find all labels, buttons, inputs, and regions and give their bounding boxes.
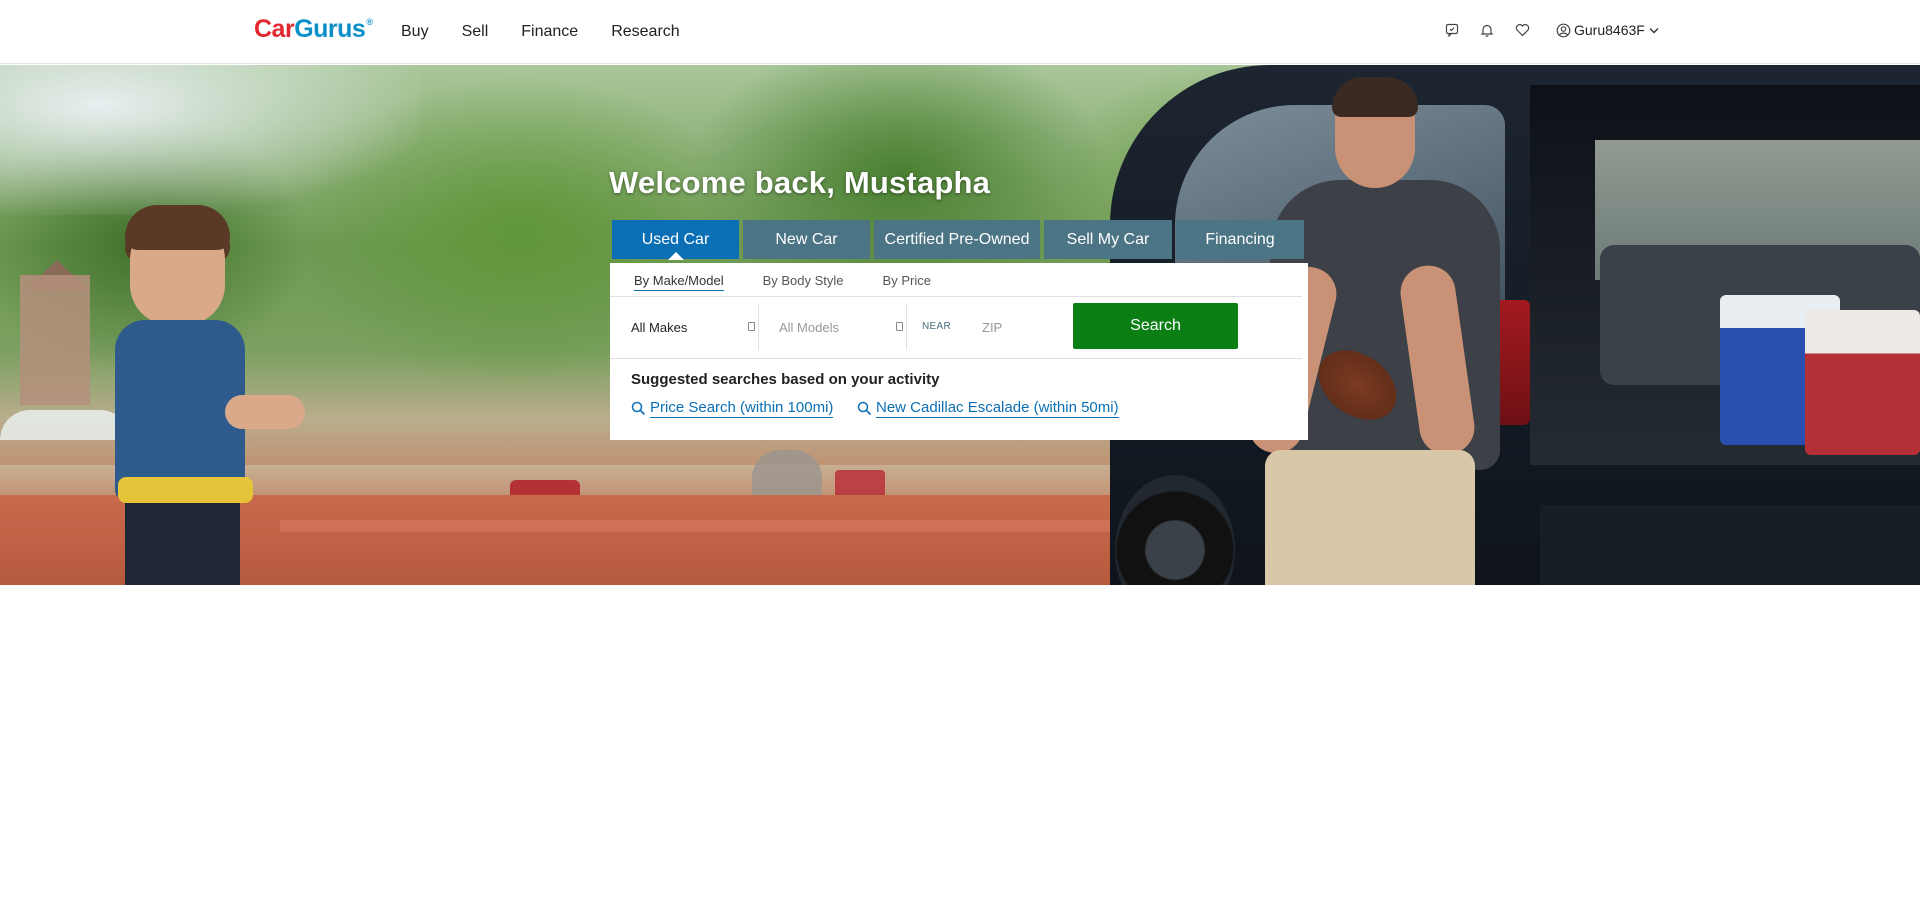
- suggested-search-link[interactable]: New Cadillac Escalade (within 50mi): [857, 399, 1119, 418]
- cargurus-logo[interactable]: Car Gurus ®: [254, 14, 373, 44]
- nav-finance[interactable]: Finance: [521, 20, 578, 44]
- hero-tent: [0, 410, 130, 440]
- chat-icon[interactable]: [1444, 22, 1460, 38]
- logo-car-text: Car: [254, 14, 295, 43]
- search-icon: [857, 401, 872, 416]
- user-icon: [1556, 23, 1571, 37]
- hero-kid-hair: [125, 205, 230, 250]
- hero-man-shorts: [1265, 450, 1475, 585]
- hero-man-hair: [1332, 77, 1418, 117]
- zip-input[interactable]: [982, 315, 1082, 339]
- makes-select[interactable]: All Makes: [631, 304, 755, 350]
- subtab-by-make-model[interactable]: By Make/Model: [634, 273, 724, 291]
- chevron-down-icon: [1649, 27, 1659, 33]
- subtab-by-body-style[interactable]: By Body Style: [763, 273, 844, 291]
- nav-buy[interactable]: Buy: [401, 20, 429, 44]
- search-icon: [631, 401, 646, 416]
- main-nav: Buy Sell Finance Research: [401, 20, 713, 44]
- hero-kid-arm: [225, 395, 305, 429]
- select-arrow-icon: [748, 322, 755, 331]
- suggested-search-link[interactable]: Price Search (within 100mi): [631, 399, 834, 418]
- nav-sell[interactable]: Sell: [462, 20, 489, 44]
- hero-sky: [0, 65, 420, 215]
- hero-cooler-red: [1805, 310, 1920, 455]
- header-actions: Guru8463F: [1444, 22, 1662, 38]
- suggested-searches-title: Suggested searches based on your activit…: [631, 371, 940, 388]
- tab-new-car[interactable]: New Car: [743, 220, 870, 259]
- tab-sell-my-car[interactable]: Sell My Car: [1044, 220, 1172, 259]
- search-tabs: Used Car New Car Certified Pre-Owned Sel…: [612, 220, 1304, 259]
- makes-select-value: All Makes: [631, 319, 688, 335]
- tab-financing[interactable]: Financing: [1176, 220, 1304, 259]
- tab-certified-pre-owned[interactable]: Certified Pre-Owned: [874, 220, 1040, 259]
- hero-bumper: [1540, 505, 1920, 585]
- near-label: NEAR: [922, 321, 951, 332]
- models-select-value: All Models: [779, 319, 839, 335]
- search-button[interactable]: Search: [1073, 303, 1238, 349]
- search-subtabs: By Make/Model By Body Style By Price: [634, 273, 970, 291]
- user-menu[interactable]: Guru8463F: [1556, 22, 1662, 38]
- select-arrow-icon: [896, 322, 903, 331]
- divider: [610, 296, 1302, 297]
- hero-banner: Welcome back, Mustapha Used Car New Car …: [0, 65, 1920, 585]
- bell-icon[interactable]: [1479, 22, 1495, 38]
- tab-used-car[interactable]: Used Car: [612, 220, 739, 259]
- divider: [610, 358, 1302, 359]
- suggested-search-label: New Cadillac Escalade (within 50mi): [876, 399, 1119, 418]
- subtab-by-price[interactable]: By Price: [883, 273, 931, 291]
- welcome-title: Welcome back, Mustapha: [609, 165, 991, 200]
- logo-registered-mark: ®: [366, 17, 373, 27]
- divider: [906, 304, 907, 350]
- site-header: Car Gurus ® Buy Sell Finance Research Guru…: [0, 0, 1920, 64]
- nav-research[interactable]: Research: [611, 20, 679, 44]
- hero-kid-shorts: [125, 500, 240, 585]
- suggested-search-label: Price Search (within 100mi): [650, 399, 834, 418]
- hero-house: [20, 275, 90, 405]
- divider: [758, 304, 759, 350]
- logo-gurus-text: Gurus: [294, 14, 366, 43]
- models-select[interactable]: All Models: [779, 304, 903, 350]
- username: Guru8463F: [1574, 22, 1645, 38]
- heart-icon[interactable]: [1514, 22, 1530, 38]
- search-panel: By Make/Model By Body Style By Price All…: [610, 263, 1308, 440]
- hero-kid-flag-belt: [118, 477, 253, 503]
